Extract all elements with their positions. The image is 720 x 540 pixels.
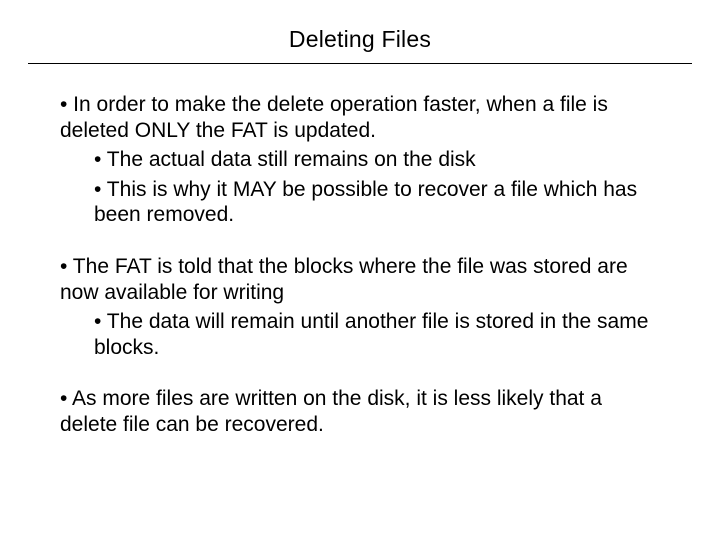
title-area: Deleting Files	[0, 0, 720, 53]
bullet-level1: • The FAT is told that the blocks where …	[60, 254, 660, 305]
bullet-level2: • The data will remain until another fil…	[60, 309, 660, 360]
bullet-level2: • The actual data still remains on the d…	[60, 147, 660, 173]
slide: Deleting Files • In order to make the de…	[0, 0, 720, 540]
bullet-level2: • This is why it MAY be possible to reco…	[60, 177, 660, 228]
spacer	[60, 232, 660, 254]
spacer	[60, 364, 660, 386]
bullet-level1: • As more files are written on the disk,…	[60, 386, 660, 437]
slide-title: Deleting Files	[289, 26, 431, 52]
slide-body: • In order to make the delete operation …	[0, 64, 720, 438]
bullet-level1: • In order to make the delete operation …	[60, 92, 660, 143]
